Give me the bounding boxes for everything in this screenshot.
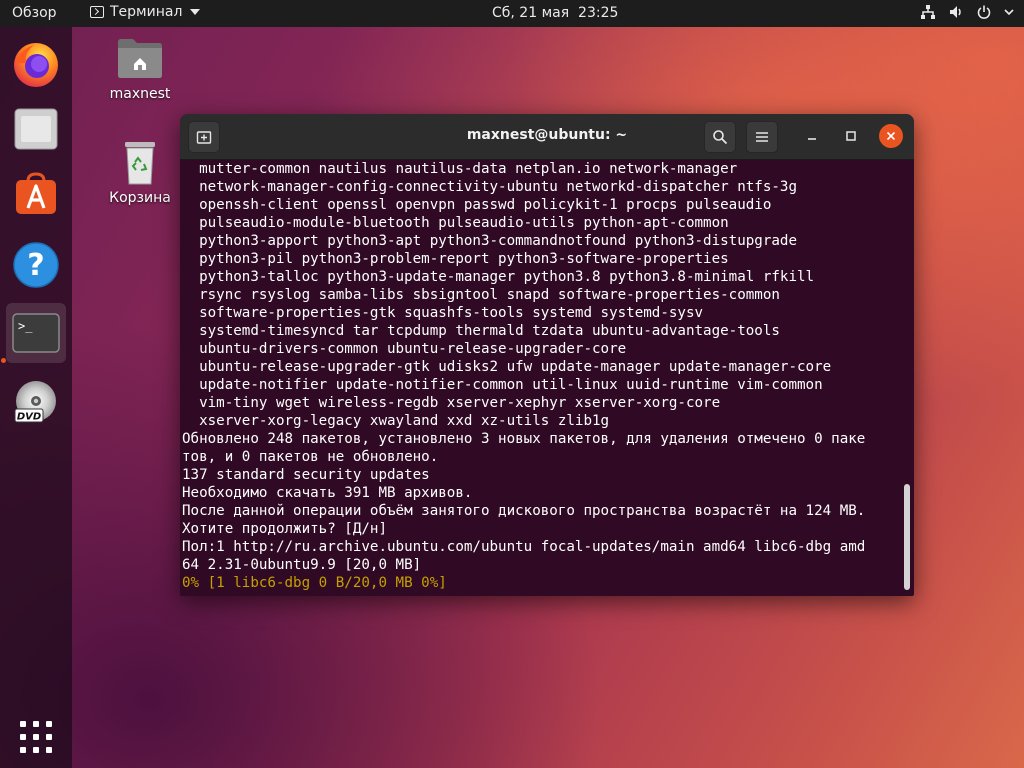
terminal-line: python3-apport python3-apt python3-comma… [182,233,797,249]
dock-item-terminal[interactable]: >_ [6,303,66,363]
desktop-trash-label: Корзина [109,190,171,206]
power-icon [977,5,991,19]
terminal-icon [90,6,104,18]
system-tray[interactable] [920,4,1014,20]
app-grid-icon [20,721,52,753]
chevron-down-icon [1004,9,1014,16]
terminal-line: mutter-common nautilus nautilus-data net… [182,161,738,177]
dvd-label: DVD [17,412,41,423]
help-glyph: ? [27,248,44,283]
dvd-icon: DVD [14,381,56,423]
activities-button[interactable]: Обзор [12,5,57,21]
terminal-icon: >_ [12,313,60,353]
terminal-line: тов, и 0 пакетов не обновлено. [182,449,439,465]
dock-item-firefox[interactable] [6,35,66,95]
terminal-glyph: >_ [18,319,33,333]
chevron-down-icon [190,9,201,15]
terminal-line: ubuntu-release-upgrader-gtk udisks2 ufw … [182,359,832,375]
terminal-line: xserver-xorg-legacy xwayland xxd xz-util… [182,413,610,429]
network-icon [921,5,935,19]
app-menu-label: Терминал [110,4,183,20]
terminal-window[interactable]: maxnest@ubuntu: ~ mutter-common nautilus… [180,114,914,596]
terminal-line: ubuntu-drivers-common ubuntu-release-upg… [182,341,627,357]
firefox-icon [14,43,58,87]
dock: ? >_ DVD [0,27,72,768]
new-tab-icon [196,131,212,144]
trash-icon [125,142,155,185]
minimize-icon [808,138,816,140]
terminal-line: python3-talloc python3-update-manager py… [182,269,815,285]
terminal-output[interactable]: mutter-common nautilus nautilus-data net… [180,160,902,596]
terminal-line: python3-pil python3-problem-report pytho… [182,251,729,267]
terminal-scrollbar[interactable] [904,484,910,590]
terminal-titlebar[interactable]: maxnest@ubuntu: ~ [180,114,914,160]
terminal-line: pulseaudio-module-bluetooth pulseaudio-u… [182,215,729,231]
dock-item-help[interactable]: ? [6,235,66,295]
terminal-line: 64 2.31-0ubuntu9.9 [20,0 MB] [182,557,422,573]
home-folder-icon [118,39,162,78]
show-applications-button[interactable] [6,707,66,767]
app-menu[interactable]: Терминал [90,4,201,20]
terminal-line: network-manager-config-connectivity-ubun… [182,179,797,195]
desktop-home-label: maxnest [109,86,171,102]
terminal-line: systemd-timesyncd tar tcpdump thermald t… [182,323,780,339]
desktop-trash[interactable]: Корзина [100,140,180,206]
terminal-line: Необходимо скачать 391 MB архивов. [182,485,473,501]
download-progress-line: 0% [1 libc6-dbg 0 B/20,0 MB 0%] [182,575,447,591]
terminal-title: maxnest@ubuntu: ~ [466,127,628,143]
terminal-line: software-properties-gtk squashfs-tools s… [182,305,704,321]
terminal-line: openssh-client openssl openvpn passwd po… [182,197,772,213]
search-button[interactable] [704,121,736,153]
terminal-line: rsync rsyslog samba-libs sbsigntool snap… [182,287,780,303]
terminal-line: После данной операции объём занятого дис… [182,503,866,519]
files-icon [14,108,58,150]
close-icon [886,131,896,141]
top-bar: Обзор Терминал Сб, 21 мая 23:25 [0,0,1024,27]
close-button[interactable] [879,124,903,148]
new-tab-button[interactable] [188,121,220,153]
hamburger-menu-icon [756,132,768,142]
search-icon [713,130,728,145]
dock-item-files[interactable] [6,99,66,159]
hamburger-menu-button[interactable] [746,121,778,153]
volume-icon [950,6,961,18]
dock-item-dvd[interactable]: DVD [6,373,66,433]
terminal-line: Хотите продолжить? [Д/н] [182,521,387,537]
terminal-line: 137 standard security updates [182,467,430,483]
desktop-home-folder[interactable]: maxnest [100,36,180,102]
help-icon: ? [13,242,59,288]
terminal-line: Обновлено 248 пакетов, установлено 3 нов… [182,431,866,447]
terminal-line: update-notifier update-notifier-common u… [182,377,823,393]
dock-item-software[interactable] [6,165,66,225]
maximize-button[interactable] [839,124,863,148]
minimize-button[interactable] [800,124,824,148]
terminal-line: vim-tiny wget wireless-regdb xserver-xep… [182,395,721,411]
clock[interactable]: Сб, 21 мая 23:25 [492,5,618,21]
maximize-icon [846,131,856,141]
running-indicator [1,358,6,363]
software-store-icon [16,172,56,214]
terminal-line: Пол:1 http://ru.archive.ubuntu.com/ubunt… [182,539,866,555]
